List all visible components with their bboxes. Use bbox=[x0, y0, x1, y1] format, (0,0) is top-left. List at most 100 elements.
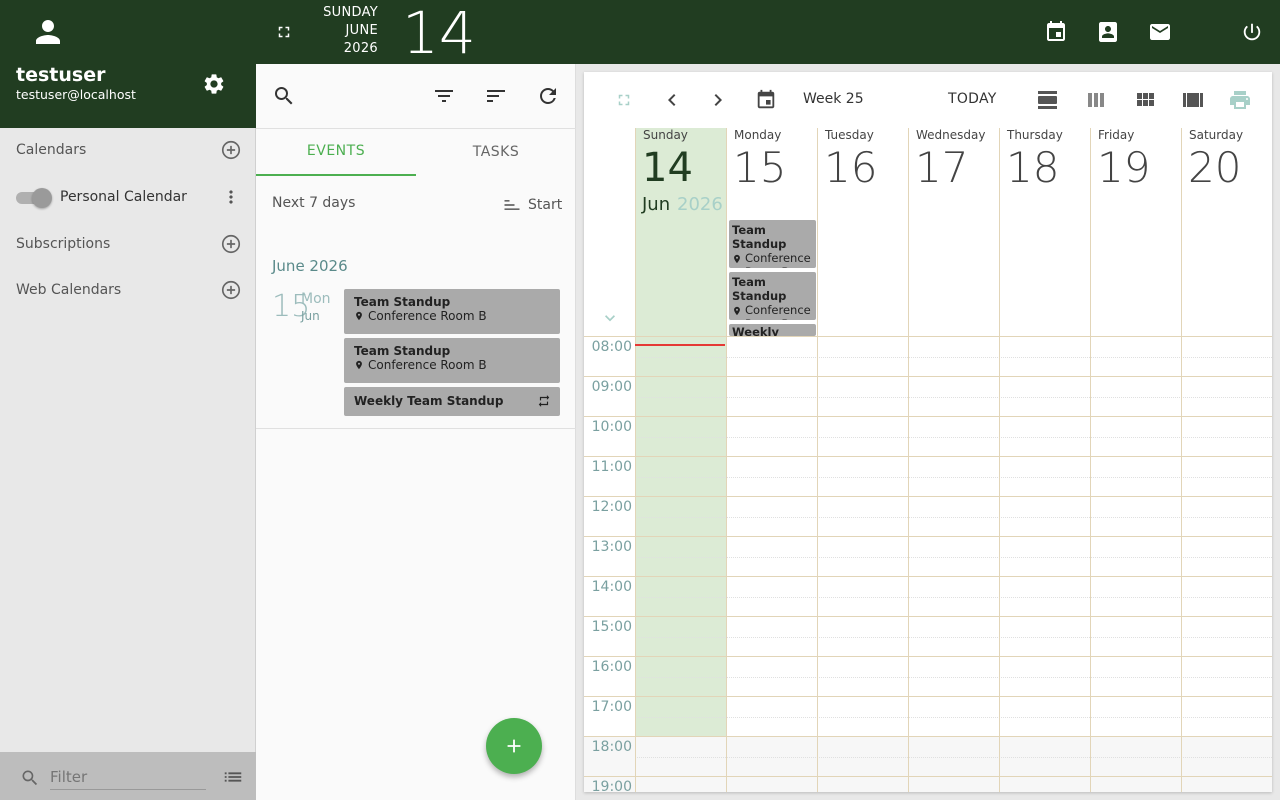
day-name: Thursday bbox=[1007, 128, 1063, 142]
day-number: 16 bbox=[824, 143, 878, 192]
sort-icon[interactable] bbox=[484, 84, 508, 108]
day-column-thursday[interactable]: Thursday 18 bbox=[999, 128, 1090, 792]
power-icon[interactable] bbox=[1238, 18, 1266, 46]
sort-start-button[interactable]: Start bbox=[502, 195, 562, 215]
settings-gear-icon[interactable] bbox=[202, 72, 226, 96]
user-panel: testuser testuser@localhost bbox=[0, 0, 256, 128]
sidebar: Calendars Personal Calendar Subscription… bbox=[0, 128, 256, 800]
location-pin-icon bbox=[734, 306, 740, 316]
hour-label: 10:00 bbox=[591, 419, 632, 435]
day-column-tuesday[interactable]: Tuesday 16 bbox=[817, 128, 908, 792]
week-event[interactable]: Team Standup Conference Room B bbox=[729, 272, 816, 320]
event-location: Conference Room B bbox=[354, 309, 550, 323]
divider bbox=[256, 428, 576, 429]
web-calendars-label: Web Calendars bbox=[16, 282, 122, 298]
header-month: JUNE bbox=[345, 23, 378, 38]
mail-app-icon[interactable] bbox=[1146, 18, 1174, 46]
hour-label: 09:00 bbox=[591, 379, 632, 395]
calendars-label: Calendars bbox=[16, 142, 87, 158]
sidebar-web-calendars: Web Calendars bbox=[16, 278, 244, 302]
filter-input[interactable] bbox=[50, 764, 206, 790]
add-calendar-icon[interactable] bbox=[220, 139, 242, 161]
day-view-icon[interactable] bbox=[1034, 86, 1062, 114]
contacts-app-icon[interactable] bbox=[1094, 18, 1122, 46]
hour-label: 19:00 bbox=[591, 779, 632, 792]
hour-label: 16:00 bbox=[591, 659, 632, 675]
sort-label: Start bbox=[528, 197, 563, 213]
day-number: 19 bbox=[1097, 143, 1151, 192]
day-number: 20 bbox=[1188, 143, 1242, 192]
week-event[interactable]: Team Standup Conference Room B bbox=[729, 220, 816, 268]
tab-events[interactable]: EVENTS bbox=[256, 128, 416, 176]
range-label[interactable]: Next 7 days bbox=[272, 195, 355, 211]
hour-label: 12:00 bbox=[591, 499, 632, 515]
calendar-app-icon[interactable] bbox=[1042, 18, 1070, 46]
day-name: Saturday bbox=[1189, 128, 1244, 142]
fullscreen-icon[interactable] bbox=[270, 18, 298, 46]
previous-week-icon[interactable] bbox=[658, 86, 686, 114]
day-number: 14 bbox=[642, 145, 693, 191]
hour-label: 11:00 bbox=[591, 459, 632, 475]
avatar[interactable] bbox=[30, 14, 66, 50]
calendar-toggle[interactable] bbox=[16, 187, 52, 208]
event-card[interactable]: Team Standup Conference Room B bbox=[344, 289, 560, 334]
day-column-monday[interactable]: Monday 15 Team Standup Conference Room B… bbox=[726, 128, 817, 792]
location-pin-icon bbox=[734, 254, 740, 264]
hour-label: 13:00 bbox=[591, 539, 632, 555]
add-subscription-icon[interactable] bbox=[220, 233, 242, 255]
chevron-down-icon[interactable] bbox=[600, 308, 620, 328]
location-pin-icon bbox=[356, 360, 362, 370]
print-icon[interactable] bbox=[1226, 86, 1254, 114]
more-vert-icon[interactable] bbox=[220, 186, 242, 208]
today-month: Jun bbox=[642, 194, 671, 215]
search-icon[interactable] bbox=[272, 84, 296, 108]
user-email: testuser@localhost bbox=[16, 87, 136, 102]
header-day: 14 bbox=[402, 0, 476, 67]
day-name: Monday bbox=[734, 128, 782, 142]
week-event-title: Team Standup bbox=[732, 223, 787, 251]
tab-tasks[interactable]: TASKS bbox=[416, 128, 576, 176]
day-column-friday[interactable]: Friday 19 bbox=[1090, 128, 1181, 792]
maximize-icon[interactable] bbox=[610, 86, 638, 114]
day-number: 17 bbox=[915, 143, 969, 192]
personal-calendar-label: Personal Calendar bbox=[60, 189, 187, 205]
week-event[interactable]: Weekly Team bbox=[729, 324, 816, 336]
day-column-saturday[interactable]: Saturday 20 bbox=[1181, 128, 1272, 792]
add-web-calendar-icon[interactable] bbox=[220, 279, 242, 301]
event-location: Conference Room B bbox=[354, 358, 550, 372]
hour-label: 15:00 bbox=[591, 619, 632, 635]
list-menu-icon[interactable] bbox=[222, 766, 244, 788]
day-name: Tuesday bbox=[825, 128, 874, 142]
sidebar-subscriptions: Subscriptions bbox=[16, 232, 244, 256]
sidebar-calendars: Calendars bbox=[16, 138, 244, 162]
event-title: Weekly Team Standup bbox=[354, 394, 504, 408]
day-column-sunday[interactable]: Sunday 14 Jun 2026 bbox=[635, 128, 726, 792]
event-list-panel: EVENTS TASKS Next 7 days Start June 2026… bbox=[256, 64, 576, 800]
hour-label: 14:00 bbox=[591, 579, 632, 595]
week-event-title: Weekly Team bbox=[732, 325, 779, 336]
week-view-icon[interactable] bbox=[1082, 86, 1110, 114]
date-picker-icon[interactable] bbox=[752, 86, 780, 114]
refresh-icon[interactable] bbox=[536, 84, 560, 108]
week-event-location: Conference Room B bbox=[732, 303, 813, 320]
header-date: SUNDAY JUNE 2026 bbox=[300, 4, 378, 58]
sidebar-item-personal-calendar[interactable]: Personal Calendar bbox=[16, 185, 244, 209]
plus-icon bbox=[507, 739, 521, 753]
multi-column-view-icon[interactable] bbox=[1179, 86, 1207, 114]
day-column-wednesday[interactable]: Wednesday 17 bbox=[908, 128, 999, 792]
event-card[interactable]: Team Standup Conference Room B bbox=[344, 338, 560, 383]
repeat-icon bbox=[537, 394, 551, 408]
month-view-icon[interactable] bbox=[1131, 86, 1159, 114]
week-label: Week 25 bbox=[803, 91, 864, 107]
hour-label: 17:00 bbox=[591, 699, 632, 715]
hour-label: 18:00 bbox=[591, 739, 632, 755]
filter-icon[interactable] bbox=[432, 84, 456, 108]
month-heading: June 2026 bbox=[272, 257, 348, 275]
event-card[interactable]: Weekly Team Standup bbox=[344, 387, 560, 416]
hour-label: 08:00 bbox=[591, 339, 632, 355]
today-button[interactable]: TODAY bbox=[948, 91, 997, 107]
day-number: 18 bbox=[1006, 143, 1060, 192]
day-number: 15 bbox=[733, 143, 787, 192]
add-event-button[interactable] bbox=[486, 718, 542, 774]
next-week-icon[interactable] bbox=[704, 86, 732, 114]
